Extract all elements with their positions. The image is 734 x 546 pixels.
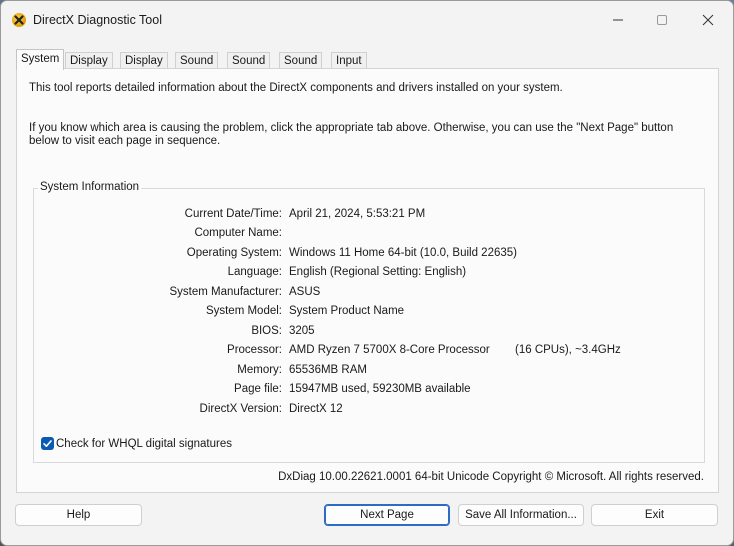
- window-title: DirectX Diagnostic Tool: [33, 13, 162, 27]
- info-value: English (Regional Setting: English): [289, 266, 467, 278]
- save-all-information-button[interactable]: Save All Information...: [458, 504, 584, 526]
- exit-button[interactable]: Exit: [591, 504, 718, 526]
- info-label: Memory:: [237, 364, 282, 376]
- whql-checkbox[interactable]: [41, 437, 54, 450]
- info-label: DirectX Version:: [199, 403, 282, 415]
- info-value: 3205: [289, 325, 315, 337]
- tab-sound-3[interactable]: Sound 3: [279, 52, 323, 83]
- tab-sound-2[interactable]: Sound 2: [227, 52, 271, 83]
- group-title: System Information: [38, 181, 142, 193]
- info-label: Language:: [227, 266, 282, 278]
- tab-input[interactable]: Input: [331, 52, 367, 69]
- info-value: ASUS: [289, 286, 321, 298]
- system-tab-panel: This tool reports detailed information a…: [16, 68, 719, 493]
- info-label: BIOS:: [251, 325, 282, 337]
- minimize-button[interactable]: [595, 1, 641, 39]
- tab-system[interactable]: System: [16, 49, 65, 70]
- info-value: April 21, 2024, 5:53:21 PM: [289, 208, 426, 220]
- minimize-icon: [613, 19, 623, 21]
- info-value: 15947MB used, 59230MB available: [289, 383, 471, 395]
- directx-icon: [12, 13, 26, 27]
- tab-display-2[interactable]: Display 2: [120, 52, 168, 83]
- check-icon: [43, 440, 52, 447]
- info-label: Page file:: [234, 383, 282, 395]
- info-label: Current Date/Time:: [184, 208, 282, 220]
- info-value: DirectX 12: [289, 403, 343, 415]
- version-copyright-text: DxDiag 10.00.22621.0001 64-bit Unicode C…: [278, 471, 704, 483]
- info-value: 65536MB RAM: [289, 364, 367, 376]
- system-information-group: System Information Current Date/Time: Ap…: [33, 181, 705, 463]
- info-label: System Manufacturer:: [169, 286, 282, 298]
- instructions-text: If you know which area is causing the pr…: [29, 122, 674, 147]
- info-value: AMD Ryzen 7 5700X 8-Core Processor: [289, 344, 490, 356]
- maximize-icon: [657, 15, 667, 25]
- close-button[interactable]: [685, 1, 731, 39]
- dxdiag-window: DirectX Diagnostic Tool System Display 1…: [0, 0, 734, 546]
- info-label: Computer Name:: [194, 227, 282, 239]
- maximize-button[interactable]: [639, 1, 685, 39]
- info-label: System Model:: [205, 305, 282, 317]
- intro-text: This tool reports detailed information a…: [29, 82, 563, 94]
- close-icon: [702, 14, 714, 26]
- info-value: Windows 11 Home 64-bit (10.0, Build 2263…: [289, 247, 517, 259]
- info-value: System Product Name: [289, 305, 405, 317]
- whql-checkbox-label[interactable]: Check for WHQL digital signatures: [56, 437, 232, 451]
- info-label: Operating System:: [186, 247, 282, 259]
- tab-display-1[interactable]: Display 1: [65, 52, 113, 83]
- help-button[interactable]: Help: [15, 504, 142, 526]
- info-label: Processor:: [227, 344, 282, 356]
- title-bar[interactable]: DirectX Diagnostic Tool: [1, 1, 733, 39]
- tab-sound-1[interactable]: Sound 1: [175, 52, 219, 83]
- processor-cores-speed: (16 CPUs), ~3.4GHz: [515, 344, 621, 356]
- next-page-button[interactable]: Next Page: [324, 504, 450, 526]
